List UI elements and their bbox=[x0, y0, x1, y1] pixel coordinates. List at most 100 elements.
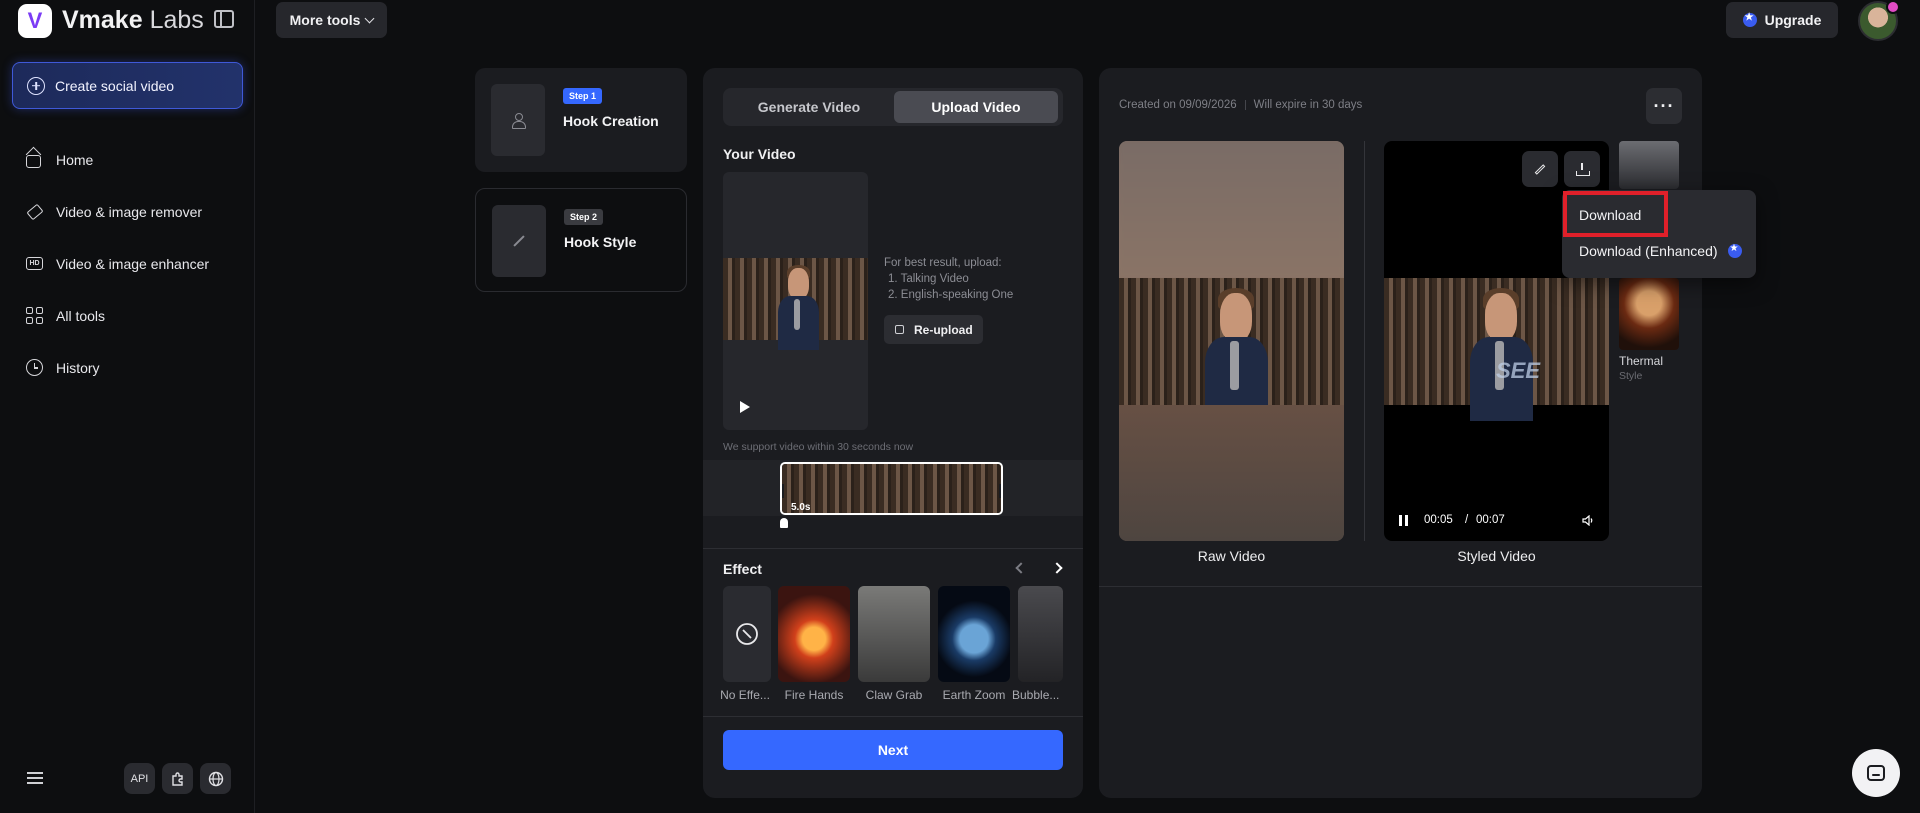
upgrade-button[interactable]: Upgrade bbox=[1726, 2, 1838, 38]
effect-bubble[interactable] bbox=[1018, 586, 1063, 682]
premium-badge-icon bbox=[1886, 0, 1900, 14]
style-caption: Style bbox=[1619, 370, 1643, 382]
styled-overlay-text: SEE bbox=[1496, 358, 1541, 383]
sidebar-item-remover[interactable]: Video & image remover bbox=[26, 200, 202, 224]
sidebar-collapse-icon[interactable] bbox=[214, 10, 234, 28]
pause-icon[interactable] bbox=[1399, 514, 1408, 526]
sidebar-item-history[interactable]: History bbox=[26, 356, 100, 380]
your-video-heading: Your Video bbox=[723, 146, 796, 162]
sidebar-item-label: All tools bbox=[56, 308, 106, 324]
reupload-label: Re-upload bbox=[914, 322, 973, 337]
style-thumbnail-thermal[interactable] bbox=[1619, 278, 1679, 350]
effect-label: Fire Hands bbox=[784, 688, 844, 702]
language-button[interactable] bbox=[200, 763, 231, 794]
play-icon[interactable] bbox=[740, 401, 750, 413]
effect-earth-zoom[interactable] bbox=[938, 586, 1010, 682]
divider bbox=[1364, 141, 1365, 541]
mode-toggle: Generate Video Upload Video bbox=[723, 88, 1063, 126]
sidebar-item-all-tools[interactable]: All tools bbox=[26, 304, 105, 328]
step-hook-style[interactable]: Step 2 Hook Style bbox=[475, 188, 687, 292]
tab-upload-video[interactable]: Upload Video bbox=[894, 91, 1058, 123]
effect-label: Earth Zoom bbox=[942, 688, 1006, 702]
menu-item-download-enhanced[interactable]: Download (Enhanced) bbox=[1579, 243, 1742, 259]
chat-icon bbox=[1867, 765, 1885, 781]
sidebar-item-home[interactable]: Home bbox=[26, 148, 93, 172]
style-thumbnail[interactable] bbox=[1619, 141, 1679, 189]
effect-label: No Effe... bbox=[720, 688, 770, 702]
clock-icon bbox=[26, 359, 44, 377]
sidebar-item-label: History bbox=[56, 360, 100, 376]
step-title: Hook Creation bbox=[563, 113, 659, 129]
volume-icon[interactable] bbox=[1582, 514, 1594, 526]
result-meta: Created on 09/09/2026 Will expire in 30 d… bbox=[1119, 99, 1362, 111]
puzzle-icon bbox=[171, 771, 183, 786]
api-button[interactable]: API bbox=[124, 763, 155, 794]
upgrade-label: Upgrade bbox=[1764, 12, 1822, 28]
support-note: We support video within 30 seconds now bbox=[723, 441, 914, 453]
create-label: Create social video bbox=[55, 77, 175, 94]
plus-circle-icon bbox=[27, 76, 45, 95]
uploaded-video-preview[interactable] bbox=[723, 172, 868, 430]
effect-none[interactable] bbox=[723, 586, 771, 682]
menu-item-label: Download (Enhanced) bbox=[1579, 243, 1718, 259]
style-name: Thermal bbox=[1619, 354, 1664, 368]
tab-generate-video[interactable]: Generate Video bbox=[727, 91, 891, 123]
create-social-video-button[interactable]: Create social video bbox=[12, 62, 243, 109]
download-button[interactable] bbox=[1564, 151, 1600, 187]
extension-button[interactable] bbox=[162, 763, 193, 794]
timeline-trim-range[interactable]: 5.0s bbox=[780, 462, 1003, 515]
divider bbox=[1099, 586, 1702, 587]
sidebar: V Vmake Labs Create social video Home Vi… bbox=[0, 0, 255, 813]
effect-fire-hands[interactable] bbox=[778, 586, 850, 682]
chevron-left-icon[interactable] bbox=[1015, 562, 1027, 574]
globe-icon bbox=[208, 771, 223, 786]
raw-video-player[interactable] bbox=[1119, 141, 1344, 541]
download-icon bbox=[1576, 163, 1590, 176]
person-icon bbox=[512, 113, 526, 129]
upload-hint-title: For best result, upload: bbox=[884, 257, 1002, 269]
magic-wand-icon bbox=[513, 235, 525, 247]
styled-video-frame: SEE bbox=[1384, 278, 1609, 422]
upload-hint-1: 1. Talking Video bbox=[888, 273, 969, 285]
home-icon bbox=[26, 151, 44, 169]
chevron-right-icon[interactable] bbox=[1051, 562, 1063, 574]
support-chat-button[interactable] bbox=[1852, 749, 1900, 797]
sidebar-item-enhancer[interactable]: HD Video & image enhancer bbox=[26, 252, 209, 276]
reupload-button[interactable]: Re-upload bbox=[884, 315, 983, 344]
eraser-icon bbox=[26, 203, 44, 221]
next-button[interactable]: Next bbox=[723, 730, 1063, 770]
edit-button[interactable] bbox=[1522, 151, 1558, 187]
timeline-duration: 5.0s bbox=[791, 502, 811, 513]
refresh-icon bbox=[895, 325, 904, 334]
created-date: Created on 09/09/2026 bbox=[1119, 99, 1237, 111]
result-panel: Created on 09/09/2026 Will expire in 30 d… bbox=[1099, 68, 1702, 798]
divider bbox=[703, 716, 1083, 717]
vmake-logo-icon[interactable]: V bbox=[18, 4, 52, 38]
more-tools-dropdown[interactable]: More tools bbox=[276, 2, 387, 38]
trim-handle-left[interactable] bbox=[782, 484, 784, 498]
effect-heading: Effect bbox=[723, 561, 762, 577]
step-thumbnail bbox=[491, 84, 545, 156]
menu-icon[interactable] bbox=[27, 772, 43, 784]
pencil-icon bbox=[1534, 163, 1546, 175]
player-controls: 00:05 / 00:07 bbox=[1384, 505, 1609, 535]
sidebar-item-label: Video & image remover bbox=[56, 204, 203, 220]
brand-name[interactable]: Vmake Labs bbox=[62, 6, 204, 35]
styled-video-label: Styled Video bbox=[1457, 548, 1536, 564]
raw-video-frame bbox=[1119, 278, 1344, 422]
step-badge: Step 1 bbox=[563, 88, 603, 104]
trim-handle-right[interactable] bbox=[999, 484, 1001, 498]
chevron-down-icon bbox=[364, 13, 375, 23]
premium-crown-icon bbox=[1727, 243, 1742, 258]
highlight-box bbox=[1563, 191, 1668, 237]
hd-icon: HD bbox=[26, 255, 44, 273]
video-timeline[interactable]: 5.0s bbox=[703, 460, 1083, 516]
more-tools-label: More tools bbox=[289, 12, 361, 28]
effect-label: Bubble... bbox=[1012, 688, 1060, 702]
playhead-marker[interactable] bbox=[780, 518, 788, 528]
effect-claw-grab[interactable] bbox=[858, 586, 930, 682]
step-hook-creation[interactable]: Step 1 Hook Creation bbox=[475, 68, 687, 172]
upload-panel: Generate Video Upload Video Your Video F… bbox=[703, 68, 1083, 798]
more-options-button[interactable]: ··· bbox=[1646, 88, 1682, 124]
upload-hint-2: 2. English-speaking One bbox=[888, 289, 1014, 301]
